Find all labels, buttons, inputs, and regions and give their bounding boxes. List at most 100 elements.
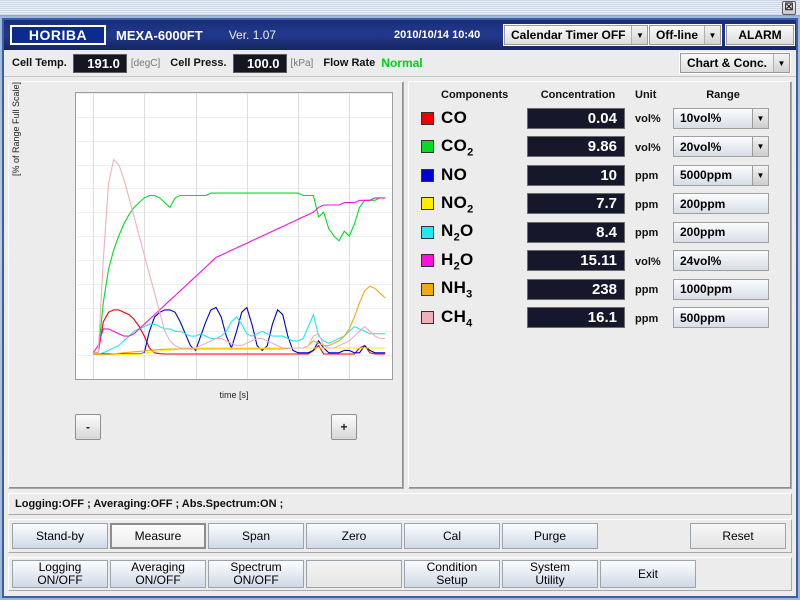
calendar-timer-dropdown[interactable]: Calendar Timer OFF ▼ (502, 24, 650, 46)
component-name: NO (441, 165, 468, 185)
range-label: 5000ppm (680, 168, 733, 183)
version-label: Ver. 1.07 (228, 28, 277, 42)
button-logging-on-off[interactable]: Logging ON/OFF (12, 560, 108, 588)
concentration-row: CO 0.04 vol% 10vol% ▼ (415, 104, 785, 133)
concentration-table-body: CO 0.04 vol% 10vol% ▼ CO2 9.86 vol% 20vol% ▼ NO 10 p… (415, 104, 785, 332)
range-dropdown[interactable]: 5000ppm ▼ (673, 164, 769, 186)
view-mode-dropdown[interactable]: Chart & Conc. ▼ (678, 52, 792, 74)
series-color-swatch (421, 111, 434, 125)
application-window: ☒ HORIBA MEXA-6000FT Ver. 1.07 2010/10/1… (0, 0, 800, 600)
series-color-swatch (421, 311, 434, 325)
button-reset[interactable]: Reset (690, 523, 786, 549)
chevron-down-icon: ▼ (631, 26, 648, 44)
concentration-value: 238 (527, 278, 625, 300)
concentration-unit: ppm (635, 198, 659, 211)
cell-temp-value: 191.0 (72, 53, 127, 73)
button-averaging-on-off[interactable]: Averaging ON/OFF (110, 560, 206, 588)
button-stand-by[interactable]: Stand-by (12, 523, 108, 549)
concentration-value: 7.7 (527, 193, 625, 215)
component-name: NO2 (441, 192, 474, 215)
concentration-value: 10 (527, 164, 625, 186)
col-unit: Unit (635, 89, 657, 101)
button-condition-setup[interactable]: Condition Setup (404, 560, 500, 588)
range-label: 20vol% (680, 139, 722, 154)
concentration-value: 9.86 (527, 136, 625, 158)
concentration-value: 0.04 (527, 107, 625, 129)
online-state-label: Off-line (656, 28, 698, 42)
window-titlebar: ☒ (0, 0, 800, 16)
chart-gridline (76, 379, 392, 380)
range-label: 500ppm (680, 310, 726, 325)
button-empty (306, 560, 402, 588)
component-name: H2O (441, 249, 474, 272)
close-icon[interactable]: ☒ (782, 1, 796, 15)
function-button-row: Logging ON/OFF Averaging ON/OFF Spectrum ON/O… (8, 557, 792, 591)
concentration-row: NH3 238 ppm 1000ppm (415, 275, 785, 304)
range-display: 24vol% (673, 250, 769, 272)
button-exit[interactable]: Exit (600, 560, 696, 588)
button-cal[interactable]: Cal (404, 523, 500, 549)
series-color-swatch (421, 197, 434, 211)
concentration-unit: ppm (635, 170, 659, 183)
zoom-out-button[interactable]: - (75, 414, 101, 440)
button-system-utility[interactable]: System Utility (502, 560, 598, 588)
series-color-swatch (421, 225, 434, 239)
chart-series-co2 (93, 192, 386, 354)
status-text: Logging:OFF ; Averaging:OFF ; Abs.Spectr… (15, 498, 284, 510)
concentration-unit: ppm (635, 227, 659, 240)
chevron-down-icon: ▼ (752, 165, 768, 185)
view-mode-label: Chart & Conc. (686, 56, 767, 70)
range-dropdown[interactable]: 20vol% ▼ (673, 136, 769, 158)
component-name: N2O (441, 221, 474, 244)
trend-chart: [% of Range Full Scale] -100102030405060… (11, 81, 397, 409)
button-purge[interactable]: Purge (502, 523, 598, 549)
chart-zoom-controls: - + (13, 410, 397, 446)
button-zero[interactable]: Zero (306, 523, 402, 549)
chevron-down-icon: ▼ (752, 108, 768, 128)
concentration-row: CO2 9.86 vol% 20vol% ▼ (415, 133, 785, 162)
concentration-unit: vol% (635, 255, 661, 268)
series-color-swatch (421, 282, 434, 296)
chart-x-axis-label: time [s] (219, 390, 249, 400)
concentration-row: NO2 7.7 ppm 200ppm (415, 190, 785, 219)
chevron-down-icon: ▼ (752, 137, 768, 157)
col-components: Components (441, 89, 509, 101)
concentration-unit: vol% (635, 113, 661, 126)
chart-series-co (93, 309, 386, 355)
cell-temp-label: Cell Temp. (12, 57, 67, 69)
range-label: 1000ppm (680, 282, 733, 297)
status-bar: Logging:OFF ; Averaging:OFF ; Abs.Spectr… (8, 493, 792, 515)
range-label: 24vol% (680, 253, 722, 268)
concentration-table-header: Components Concentration Unit Range (415, 86, 785, 104)
zoom-in-button[interactable]: + (331, 414, 357, 440)
model-name: MEXA-6000FT (116, 27, 203, 43)
concentration-row: NO 10 ppm 5000ppm ▼ (415, 161, 785, 190)
cell-press-value: 100.0 (232, 53, 287, 73)
button-spectrum-on-off[interactable]: Spectrum ON/OFF (208, 560, 304, 588)
cell-temp-unit: [degC] (130, 57, 161, 69)
component-name: NH3 (441, 278, 473, 301)
range-label: 200ppm (680, 225, 726, 240)
flow-rate-value: Normal (381, 56, 423, 70)
flow-rate-label: Flow Rate (323, 57, 376, 69)
series-color-swatch (421, 168, 434, 182)
col-concentration: Concentration (540, 89, 616, 101)
series-color-swatch (421, 254, 434, 268)
concentration-row: CH4 16.1 ppm 500ppm (415, 304, 785, 333)
button-measure[interactable]: Measure (110, 523, 206, 549)
chart-series-layer (92, 158, 386, 356)
chart-plot-area[interactable]: -100102030405060708090100110030609012015… (75, 92, 393, 380)
online-state-dropdown[interactable]: Off-line ▼ (648, 24, 722, 46)
mode-button-row: Stand-by Measure Span Zero Cal Purge Reset (8, 519, 792, 553)
button-span[interactable]: Span (208, 523, 304, 549)
chevron-down-icon: ▼ (704, 26, 720, 44)
main-content: [% of Range Full Scale] -100102030405060… (4, 77, 796, 489)
concentration-value: 15.11 (527, 250, 625, 272)
range-dropdown[interactable]: 10vol% ▼ (673, 107, 769, 129)
component-name: CO (441, 108, 468, 128)
alarm-button[interactable]: ALARM (725, 24, 795, 46)
concentration-value: 16.1 (527, 307, 625, 329)
datetime-display: 2010/10/14 10:40 (394, 29, 481, 41)
main-window: HORIBA MEXA-6000FT Ver. 1.07 2010/10/14 … (2, 18, 798, 598)
chart-y-axis-label: [% of Range Full Scale] (11, 81, 21, 176)
